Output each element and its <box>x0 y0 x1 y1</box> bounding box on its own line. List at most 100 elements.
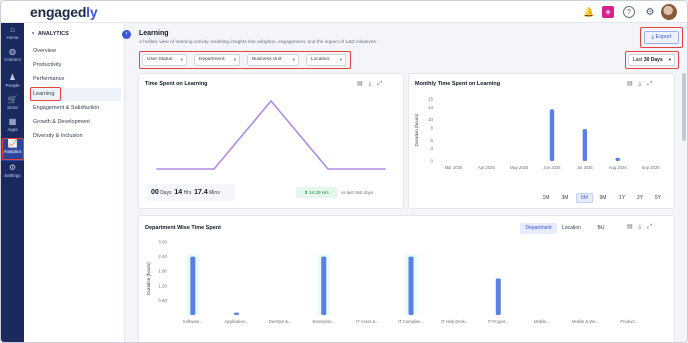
avatar[interactable] <box>661 4 677 20</box>
data-point-1 <box>213 168 215 170</box>
rail-item-connect[interactable]: ◍ Connect <box>1 47 24 69</box>
expand-icon[interactable]: ⤢ <box>377 81 388 87</box>
x-tick-label: Product... <box>620 319 638 324</box>
bar-3 <box>321 256 327 315</box>
app-window: engagedly 🔔 + ? ⚙ ⌂ Home ◍ Connect ♟ People… <box>0 0 688 343</box>
collapse-sidebar-button[interactable]: ‹ <box>122 30 131 39</box>
filter-department[interactable]: Department: ▾ <box>194 54 240 66</box>
learning-highlight-box <box>30 87 61 101</box>
bell-icon[interactable]: 🔔 <box>583 6 595 18</box>
chevron-down-icon: ▾ <box>180 57 183 62</box>
filter-business-unit[interactable]: Business Unit: ▾ <box>247 54 299 66</box>
app-logo[interactable]: engagedly <box>30 4 98 20</box>
help-icon[interactable]: ? <box>623 6 635 18</box>
range-3m-button[interactable]: 3M <box>558 193 572 203</box>
data-point-3 <box>327 168 329 170</box>
top-bar: engagedly 🔔 + ? ⚙ <box>1 1 687 23</box>
y-axis-label: Duration (hours) <box>414 113 419 146</box>
period-highlight-box <box>625 51 679 69</box>
cart-icon: 🛒 <box>7 95 18 104</box>
y-tick-label: 2.40 <box>158 254 167 259</box>
page-scrollbar[interactable] <box>682 73 686 141</box>
bar-3 <box>549 109 555 161</box>
rail-item-settings[interactable]: ⚙ Settings <box>1 163 24 185</box>
tab-bu[interactable]: BU <box>594 223 608 234</box>
x-tick-label: Mar 2025 <box>445 165 463 170</box>
x-tick-label: IT Help Desk... <box>441 319 469 324</box>
main-nav-rail: ⌂ Home ◍ Connect ♟ People 🛒 Store ▦ Apps 📈 Ana… <box>1 23 24 342</box>
table-view-icon[interactable]: ▤ <box>627 81 639 87</box>
range-6m-button[interactable]: 6M <box>576 193 593 203</box>
y-tick-label: 0 <box>430 159 433 164</box>
rail-item-people[interactable]: ♟ People <box>1 73 24 95</box>
page-title: Learning <box>139 30 169 37</box>
bar-7 <box>495 278 501 315</box>
y-tick-label: 15 <box>428 97 434 102</box>
range-5y-button[interactable]: 5Y <box>651 193 665 203</box>
y-tick-label: 5 <box>430 138 433 143</box>
sidebar-item-overview[interactable]: Overview <box>30 45 121 58</box>
plus-icon[interactable]: + <box>602 6 614 18</box>
days-value: 00 <box>151 189 159 196</box>
y-tick-label: 1.80 <box>158 269 167 274</box>
sidebar-item-growth[interactable]: Growth & Development <box>30 116 121 129</box>
x-tick-label: Jun 2025 <box>543 165 561 170</box>
tab-location[interactable]: Location <box>558 223 585 234</box>
expand-icon[interactable]: ⤢ <box>647 224 658 230</box>
minutes-value: 17.4 <box>194 189 208 196</box>
department-bar-chart: 0.60 1.20 1.80 2.40 3.00 Duration (hours) Soft… <box>146 240 638 325</box>
people-icon: ♟ <box>8 73 17 82</box>
gear-icon[interactable]: ⚙ <box>644 6 656 18</box>
chevron-down-icon: ▾ <box>292 57 295 62</box>
y-tick-label: 0.60 <box>158 298 167 303</box>
y-tick-label: 3 <box>430 146 433 151</box>
analytics-highlight-box <box>2 138 24 160</box>
sidebar-item-productivity[interactable]: Productivity <box>30 59 121 72</box>
x-tick-label: DevOps &... <box>269 319 292 324</box>
bar-0 <box>190 256 196 315</box>
x-tick-label: Mobile & We... <box>572 319 599 324</box>
filter-location[interactable]: Location: ▾ <box>306 54 346 66</box>
bar-5 <box>408 256 414 315</box>
sidebar-heading: ◔ ANALYTICS <box>30 29 69 38</box>
range-9m-button[interactable]: 9M <box>596 193 610 203</box>
y-tick-label: 3.00 <box>158 240 167 245</box>
rail-item-home[interactable]: ⌂ Home <box>1 25 24 47</box>
trend-note: vs last 365 days <box>341 190 374 195</box>
range-2y-button[interactable]: 2Y <box>633 193 647 203</box>
sidebar-item-performance[interactable]: Performance <box>30 73 121 86</box>
y-tick-label: 1.20 <box>158 283 167 288</box>
filter-user-status[interactable]: User Status: ▾ <box>142 54 187 66</box>
tab-department[interactable]: Department <box>520 223 557 234</box>
rail-item-store[interactable]: 🛒 Store <box>1 95 24 117</box>
x-tick-label: Mobile... <box>534 319 550 324</box>
card-toolbar: ▤⤓⤢ <box>627 80 658 88</box>
y-tick-label: 13 <box>428 105 434 110</box>
chevron-down-icon: ▾ <box>233 57 236 62</box>
x-tick-label: Enterprise... <box>312 319 335 324</box>
y-axis-label: Duration (hours) <box>146 262 151 295</box>
table-view-icon[interactable]: ▤ <box>627 224 639 230</box>
sidebar-item-engagement[interactable]: Engagement & Satisfaction <box>30 102 121 115</box>
analytics-sidebar: ◔ ANALYTICS Overview Productivity Perform… <box>24 23 125 342</box>
page-subtitle: A holistic view of learning activity, en… <box>139 40 378 45</box>
card-toolbar: ▤⤓⤢ <box>357 80 388 88</box>
range-1y-button[interactable]: 1Y <box>615 193 629 203</box>
rail-item-apps[interactable]: ▦ Apps <box>1 117 24 139</box>
data-point-4 <box>384 168 386 170</box>
apps-grid-icon: ▦ <box>8 117 17 126</box>
x-tick-label: Apr 2025 <box>478 165 496 170</box>
x-tick-label: IT Project... <box>488 319 509 324</box>
data-point-0 <box>156 168 158 170</box>
series-line <box>157 99 385 170</box>
sidebar-item-diversity[interactable]: Diversity & Inclusion <box>30 130 121 143</box>
hours-value: 14 <box>174 189 183 196</box>
connect-icon: ◍ <box>9 47 16 56</box>
time-spent-line-chart <box>156 99 386 170</box>
monthly-bar-chart: 0 3 5 8 10 13 15 Duration (hours) Mar 2025 Apr 20… <box>414 97 660 171</box>
settings-icon: ⚙ <box>8 163 17 172</box>
expand-icon[interactable]: ⤢ <box>647 81 658 87</box>
range-1m-button[interactable]: 1M <box>539 193 553 203</box>
bar-5 <box>615 157 620 161</box>
table-view-icon[interactable]: ▤ <box>357 81 369 87</box>
